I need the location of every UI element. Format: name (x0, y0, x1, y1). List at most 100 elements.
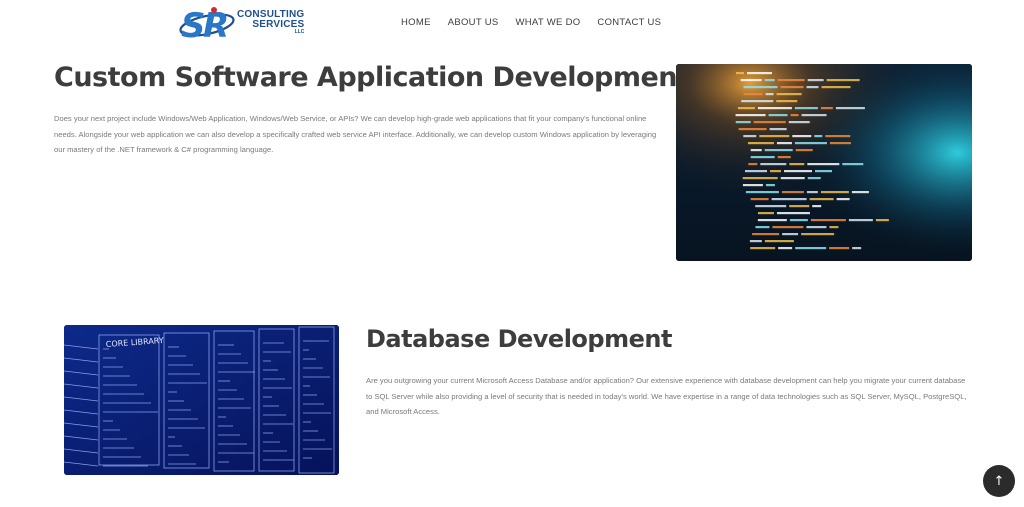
nav-what-we-do[interactable]: WHAT WE DO (516, 17, 581, 28)
code-line-decoration (875, 219, 889, 222)
code-line-decoration (757, 219, 787, 222)
code-line-decoration (852, 247, 862, 250)
nav-about-us[interactable]: ABOUT US (448, 17, 499, 28)
code-line-decoration (776, 212, 810, 215)
code-line-decoration (750, 156, 775, 159)
code-line-decoration (795, 247, 827, 250)
code-line-decoration (829, 247, 850, 250)
code-line-decoration (790, 114, 799, 117)
code-line-decoration (755, 226, 770, 229)
code-line-decoration (745, 191, 779, 194)
code-line-decoration (745, 170, 768, 173)
code-screen-image (676, 64, 972, 261)
arrow-up-icon: ↑ (993, 473, 1005, 489)
core-library-diagram-image: CORE LIBRARY (64, 325, 339, 475)
code-line-decoration (835, 107, 865, 110)
code-line-decoration (757, 107, 792, 110)
code-line-decoration (781, 191, 804, 194)
code-line-decoration (788, 121, 810, 124)
code-line-decoration (742, 184, 763, 187)
code-line-decoration (801, 114, 827, 117)
code-line-decoration (752, 233, 780, 236)
code-line-decoration (750, 247, 776, 250)
code-line-decoration (760, 163, 787, 166)
code-line-decoration (806, 86, 819, 89)
code-line-decoration (765, 93, 774, 96)
code-line-decoration (778, 247, 793, 250)
code-line-decoration (736, 72, 744, 75)
code-line-decoration (794, 107, 818, 110)
code-line-decoration (794, 142, 827, 145)
code-line-decoration (776, 142, 792, 145)
code-line-decoration (809, 198, 834, 201)
code-line-decoration (742, 177, 778, 180)
main-nav: HOME ABOUT US WHAT WE DO CONTACT US (401, 17, 678, 28)
code-line-decoration (780, 177, 805, 180)
svg-text:S: S (181, 6, 206, 44)
code-line-decoration (814, 135, 823, 138)
code-line-decoration (776, 100, 798, 103)
code-line-decoration (737, 107, 755, 110)
logo[interactable]: S R CONSULTING SERVICES LLC (177, 4, 304, 44)
code-line-decoration (735, 121, 751, 124)
code-line-decoration (769, 128, 787, 131)
code-line-decoration (747, 142, 774, 145)
logo-wordmark: CONSULTING SERVICES LLC (237, 10, 304, 35)
code-line-decoration (795, 149, 813, 152)
code-line-decoration (842, 163, 864, 166)
code-line-decoration (812, 205, 822, 208)
code-line-decoration (825, 135, 851, 138)
code-line-decoration (765, 184, 775, 187)
code-line-decoration (789, 163, 805, 166)
section-title-database: Database Development (366, 325, 672, 353)
nav-home[interactable]: HOME (401, 17, 431, 28)
code-line-decoration (743, 93, 763, 96)
code-line-decoration (738, 128, 767, 131)
code-line-decoration (741, 100, 774, 103)
code-line-decoration (780, 86, 804, 89)
code-line-decoration (829, 142, 851, 145)
code-line-decoration (826, 79, 860, 82)
code-line-decoration (770, 170, 782, 173)
code-line-decoration (757, 212, 774, 215)
code-line-decoration (750, 198, 769, 201)
code-line-decoration (764, 79, 775, 82)
code-line-decoration (782, 233, 799, 236)
code-line-decoration (815, 170, 833, 173)
code-line-decoration (764, 149, 793, 152)
code-line-decoration (750, 149, 762, 152)
code-line-decoration (771, 198, 807, 201)
section-title-software: Custom Software Application Development (54, 62, 690, 93)
code-line-decoration (789, 205, 810, 208)
scroll-to-top-button[interactable]: ↑ (983, 465, 1015, 497)
code-line-decoration (851, 191, 869, 194)
code-line-decoration (792, 135, 812, 138)
section-body-database: Are you outgrowing your current Microsof… (366, 376, 967, 416)
code-line-decoration (768, 114, 788, 117)
section-body-software: Does your next project include Windows/W… (54, 114, 657, 154)
code-line-decoration (821, 86, 851, 89)
code-line-decoration (848, 219, 873, 222)
code-line-decoration (807, 79, 824, 82)
code-line-decoration (807, 163, 840, 166)
code-line-decoration (829, 226, 839, 229)
nav-contact-us[interactable]: CONTACT US (597, 17, 661, 28)
code-line-decoration (810, 219, 846, 222)
code-line-decoration (740, 79, 762, 82)
code-line-decoration (747, 72, 772, 75)
code-line-decoration (784, 170, 813, 173)
code-line-decoration (743, 86, 778, 89)
code-line-decoration (820, 107, 833, 110)
code-line-decoration (806, 226, 827, 229)
code-line-decoration (789, 219, 808, 222)
code-line-decoration (777, 156, 791, 159)
code-line-decoration (820, 191, 849, 194)
code-line-decoration (755, 205, 787, 208)
code-line-decoration (836, 198, 850, 201)
code-line-decoration (753, 121, 786, 124)
code-line-decoration (772, 226, 804, 229)
code-line-decoration (759, 135, 790, 138)
code-line-decoration (801, 233, 835, 236)
code-line-decoration (807, 177, 821, 180)
code-line-decoration (806, 191, 818, 194)
